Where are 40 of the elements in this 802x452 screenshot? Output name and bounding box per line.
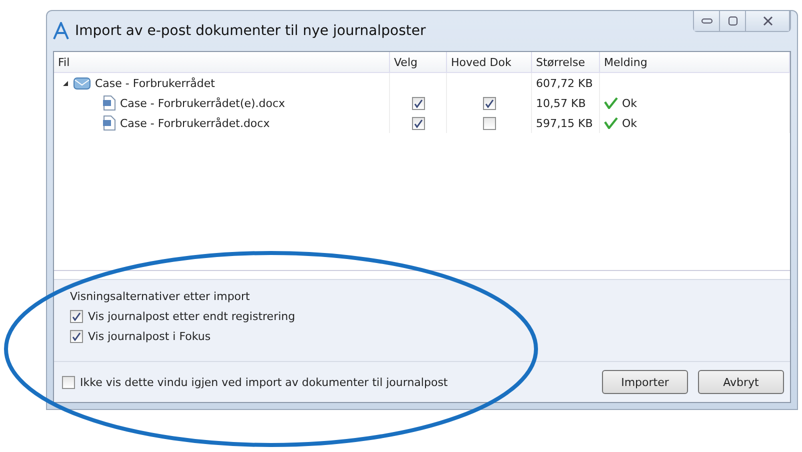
checkbox[interactable] (70, 330, 83, 343)
file-name: Case - Forbrukerrådet(e).docx (120, 96, 286, 110)
email-icon (73, 76, 91, 90)
status-message: Ok (622, 116, 638, 130)
dialog-button[interactable]: Avbryt (698, 370, 784, 394)
close-button[interactable] (746, 11, 790, 31)
minimize-button[interactable] (694, 11, 720, 31)
checkbox[interactable] (412, 96, 424, 110)
document-icon (102, 95, 116, 111)
checkbox[interactable] (412, 116, 424, 130)
checkbox[interactable] (70, 310, 83, 323)
dialog-button[interactable]: Importer (602, 370, 688, 394)
checkbox[interactable] (62, 376, 75, 388)
file-size: 607,72 KB (536, 76, 593, 90)
minimize-icon (700, 18, 712, 24)
app-logo-icon (53, 22, 69, 40)
file-size: 597,15 KB (536, 116, 593, 130)
column-header[interactable]: Melding (600, 52, 790, 73)
checkmark-icon (604, 117, 618, 129)
file-name: Case - Forbrukerrådet (95, 76, 215, 90)
column-header[interactable]: Velg (390, 52, 447, 73)
close-icon (762, 16, 772, 26)
tree-toggle-icon[interactable] (62, 80, 69, 86)
status-message: Ok (622, 96, 638, 110)
file-size: 10,57 KB (536, 96, 586, 110)
checkmark-icon (604, 97, 618, 109)
document-icon (102, 115, 116, 131)
option-label: Ikke vis dette vindu igjen ved import av dokumenter til journalpost (80, 376, 448, 388)
option-label: Vis journalpost i Fokus (88, 330, 211, 343)
column-header[interactable]: Hoved Dok (447, 52, 532, 73)
checkbox[interactable] (482, 116, 496, 130)
option-label: Vis journalpost etter endt registrering (88, 310, 296, 323)
window-title: Import av e-post dokumenter til nye journalposter (75, 23, 427, 39)
column-header[interactable]: Størrelse (532, 52, 600, 73)
file-name: Case - Forbrukerrådet.docx (120, 116, 270, 130)
section-title: Visningsalternativer etter import (70, 290, 251, 303)
maximize-button[interactable] (720, 11, 746, 31)
checkbox[interactable] (482, 96, 496, 110)
column-header[interactable]: Fil (54, 52, 390, 73)
maximize-icon (728, 16, 738, 26)
